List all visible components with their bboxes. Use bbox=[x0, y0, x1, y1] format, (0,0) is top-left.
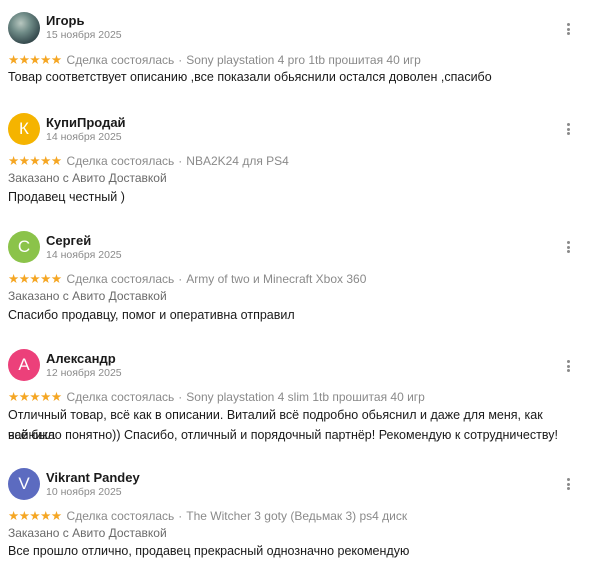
reviewer-name[interactable]: Vikrant Pandey bbox=[46, 470, 140, 485]
reviewer-name[interactable]: Сергей bbox=[46, 233, 91, 248]
star-rating: ★★★★★ bbox=[8, 154, 62, 168]
review-card: Игорь 15 ноября 2025 ★★★★★ Сделка состоя… bbox=[0, 0, 600, 100]
separator-dot: · bbox=[178, 52, 183, 67]
review-item[interactable]: Sony playstation 4 pro 1tb прошитая 40 и… bbox=[186, 53, 421, 67]
more-vertical-icon[interactable] bbox=[562, 476, 574, 492]
review-meta: ★★★★★ Сделка состоялась · The Witcher 3 … bbox=[8, 508, 407, 524]
review-date: 15 ноября 2025 bbox=[46, 29, 122, 41]
more-vertical-icon[interactable] bbox=[562, 358, 574, 374]
review-text: Все прошло отлично, продавец прекрасный … bbox=[8, 544, 410, 558]
review-date: 12 ноября 2025 bbox=[46, 367, 122, 379]
star-rating: ★★★★★ bbox=[8, 509, 62, 523]
delivery-note: Заказано с Авито Доставкой bbox=[8, 289, 167, 303]
deal-status: Сделка состоялась bbox=[66, 389, 175, 404]
separator-dot: · bbox=[178, 508, 183, 523]
reviewer-name[interactable]: Александр bbox=[46, 351, 116, 366]
deal-status: Сделка состоялась bbox=[66, 153, 175, 168]
separator-dot: · bbox=[178, 153, 183, 168]
review-meta: ★★★★★ Сделка состоялась · Army of two и … bbox=[8, 271, 366, 287]
review-meta: ★★★★★ Сделка состоялась · NBA2K24 для PS… bbox=[8, 153, 289, 169]
star-rating: ★★★★★ bbox=[8, 272, 62, 286]
delivery-note: Заказано с Авито Доставкой bbox=[8, 171, 167, 185]
review-date: 14 ноября 2025 bbox=[46, 131, 122, 143]
review-item[interactable]: The Witcher 3 goty (Ведьмак 3) ps4 диск bbox=[186, 509, 407, 523]
deal-status: Сделка состоялась bbox=[66, 508, 175, 523]
reviewer-name[interactable]: Игорь bbox=[46, 13, 84, 28]
delivery-note: Заказано с Авито Доставкой bbox=[8, 526, 167, 540]
avatar[interactable]: К bbox=[8, 113, 40, 145]
avatar[interactable]: С bbox=[8, 231, 40, 263]
review-meta: ★★★★★ Сделка состоялась · Sony playstati… bbox=[8, 52, 421, 68]
star-rating: ★★★★★ bbox=[8, 390, 62, 404]
more-vertical-icon[interactable] bbox=[562, 21, 574, 37]
avatar[interactable]: V bbox=[8, 468, 40, 500]
review-meta: ★★★★★ Сделка состоялась · Sony playstati… bbox=[8, 389, 425, 405]
review-text: Продавец честный ) bbox=[8, 190, 125, 204]
separator-dot: · bbox=[178, 389, 183, 404]
deal-status: Сделка состоялась bbox=[66, 52, 175, 67]
avatar[interactable]: А bbox=[8, 349, 40, 381]
review-text-line: всё было понятно)) Спасибо, отличный и п… bbox=[8, 428, 558, 442]
review-item[interactable]: NBA2K24 для PS4 bbox=[186, 154, 289, 168]
deal-status: Сделка состоялась bbox=[66, 271, 175, 286]
review-item[interactable]: Army of two и Minecraft Xbox 360 bbox=[186, 272, 366, 286]
reviewer-name[interactable]: КупиПродай bbox=[46, 115, 126, 130]
separator-dot: · bbox=[178, 271, 183, 286]
review-date: 10 ноября 2025 bbox=[46, 486, 122, 498]
review-item[interactable]: Sony playstation 4 slim 1tb прошитая 40 … bbox=[186, 390, 425, 404]
review-text: Спасибо продавцу, помог и оперативна отп… bbox=[8, 308, 295, 322]
review-text: Товар соответствует описанию ,все показа… bbox=[8, 70, 492, 84]
avatar[interactable] bbox=[8, 12, 40, 44]
review-date: 14 ноября 2025 bbox=[46, 249, 122, 261]
star-rating: ★★★★★ bbox=[8, 53, 62, 67]
more-vertical-icon[interactable] bbox=[562, 239, 574, 255]
more-vertical-icon[interactable] bbox=[562, 121, 574, 137]
